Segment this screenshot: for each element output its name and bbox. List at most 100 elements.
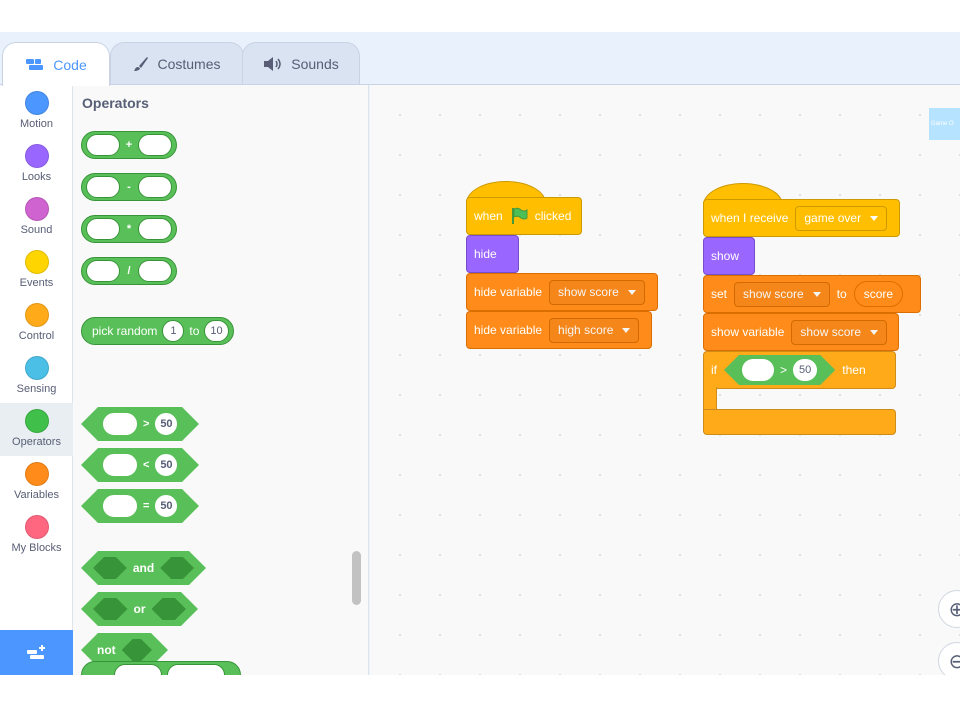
if-condition-slot-a[interactable]	[742, 359, 774, 381]
block-hide-variable-1-label: hide variable	[474, 285, 543, 299]
score-reporter[interactable]: score	[853, 281, 904, 307]
category-operators[interactable]: Operators	[0, 403, 73, 456]
dropdown-caret-icon	[870, 329, 879, 335]
if-condition-value[interactable]: 50	[793, 359, 817, 381]
block-subtract-slot-a[interactable]	[86, 176, 120, 198]
set-variable-dropdown-value: show score	[743, 287, 804, 301]
variable-dropdown-high-score[interactable]: high score	[549, 317, 640, 343]
dropdown-caret-icon	[870, 215, 879, 221]
block-greater-than[interactable]: > 50	[81, 407, 199, 441]
dropdown-caret-icon	[812, 291, 821, 297]
block-equals[interactable]: = 50	[81, 489, 199, 523]
block-equals-op: =	[143, 500, 150, 512]
block-set-variable[interactable]: set show score to score	[703, 275, 921, 313]
category-events[interactable]: Events	[0, 244, 73, 297]
block-add[interactable]: +	[81, 131, 177, 159]
block-join-slot-b[interactable]	[167, 664, 225, 675]
category-sensing[interactable]: Sensing	[0, 350, 73, 403]
block-less-than[interactable]: < 50	[81, 448, 199, 482]
block-add-op: +	[125, 139, 133, 151]
if-condition-op: >	[780, 363, 788, 377]
block-divide[interactable]: /	[81, 257, 177, 285]
tab-sounds-label: Sounds	[291, 56, 339, 72]
add-extension-icon	[26, 644, 45, 659]
if-block-foot	[703, 409, 896, 435]
scratch-editor: Code Costumes Sounds Motion Looks Sound	[0, 32, 960, 675]
block-multiply-slot-a[interactable]	[86, 218, 120, 240]
block-or-slot-b[interactable]	[152, 598, 187, 620]
block-and-slot-a[interactable]	[93, 557, 127, 579]
block-not-slot[interactable]	[122, 639, 152, 661]
block-show[interactable]: show	[703, 237, 755, 275]
block-or-slot-a[interactable]	[93, 598, 128, 620]
block-multiply-slot-b[interactable]	[138, 218, 172, 240]
tab-code[interactable]: Code	[2, 42, 110, 86]
block-or[interactable]: or	[81, 592, 198, 626]
block-greater-than-op: >	[143, 418, 150, 430]
flyout-scrollbar[interactable]	[352, 551, 361, 605]
block-join-slot-a[interactable]	[114, 664, 162, 675]
block-when-flag-clicked[interactable]: when clicked	[466, 197, 582, 235]
block-show-variable[interactable]: show variable show score	[703, 313, 899, 351]
block-and[interactable]: and	[81, 551, 206, 585]
block-subtract-slot-b[interactable]	[138, 176, 172, 198]
variable-dropdown-show-score[interactable]: show score	[549, 279, 645, 305]
add-extension-button[interactable]	[0, 630, 73, 675]
block-add-slot-b[interactable]	[138, 134, 172, 156]
category-sound[interactable]: Sound	[0, 191, 73, 244]
if-block-arm	[703, 387, 717, 411]
block-divide-slot-b[interactable]	[138, 260, 172, 282]
block-equals-value[interactable]: 50	[155, 495, 177, 517]
block-add-slot-a[interactable]	[86, 134, 120, 156]
stage-preview-text: Game O	[931, 121, 954, 127]
block-pick-random[interactable]: pick random 1 to 10	[81, 317, 234, 345]
block-hide-variable-2[interactable]: hide variable high score	[466, 311, 652, 349]
tab-costumes[interactable]: Costumes	[110, 42, 244, 85]
zoom-in-icon: ⊕	[948, 598, 960, 621]
brush-icon	[134, 57, 149, 71]
category-looks[interactable]: Looks	[0, 138, 73, 191]
category-events-label: Events	[19, 277, 54, 289]
block-and-slot-b[interactable]	[160, 557, 194, 579]
category-menu: Motion Looks Sound Events Control Sensin…	[0, 85, 73, 630]
block-hide[interactable]: hide	[466, 235, 519, 273]
block-pick-random-to-label: to	[189, 324, 200, 338]
blocks-flyout: Operators + - * / pick random 1 to 10 > …	[73, 85, 369, 675]
message-dropdown[interactable]: game over	[795, 205, 888, 231]
block-greater-than-value[interactable]: 50	[155, 413, 177, 435]
block-less-than-value[interactable]: 50	[155, 454, 177, 476]
block-greater-than-slot-a[interactable]	[103, 413, 137, 435]
block-pick-random-to[interactable]: 10	[204, 320, 229, 342]
block-multiply[interactable]: *	[81, 215, 177, 243]
block-less-than-slot-a[interactable]	[103, 454, 137, 476]
green-flag-icon	[511, 207, 528, 224]
category-looks-dot	[24, 144, 49, 168]
block-then-label: then	[842, 363, 866, 377]
category-variables[interactable]: Variables	[0, 456, 73, 509]
block-hide-variable-1[interactable]: hide variable show score	[466, 273, 658, 311]
zoom-in-button[interactable]: ⊕	[938, 590, 960, 628]
block-join-partial[interactable]	[81, 661, 241, 675]
block-equals-slot-a[interactable]	[103, 495, 137, 517]
category-operators-dot	[24, 409, 49, 433]
set-variable-dropdown[interactable]: show score	[734, 281, 830, 307]
show-variable-dropdown[interactable]: show score	[791, 319, 888, 345]
category-motion[interactable]: Motion	[0, 85, 73, 138]
category-looks-label: Looks	[21, 171, 52, 183]
block-set-label: set	[711, 287, 728, 301]
category-my-blocks[interactable]: My Blocks	[0, 509, 73, 562]
block-if-label: if	[711, 363, 717, 377]
zoom-out-button[interactable]: ⊖	[938, 642, 960, 675]
block-divide-slot-a[interactable]	[86, 260, 120, 282]
if-condition-greater-than[interactable]: > 50	[724, 355, 835, 385]
stage-preview-edge[interactable]: Game O	[929, 108, 960, 140]
script-workspace[interactable]: when clicked hide hide variable show sco…	[370, 85, 960, 675]
block-pick-random-from[interactable]: 1	[162, 320, 185, 342]
tab-sounds[interactable]: Sounds	[242, 42, 360, 85]
block-when-i-receive[interactable]: when I receive game over	[703, 199, 900, 237]
block-if-then[interactable]: if > 50 then	[703, 351, 896, 389]
category-sensing-dot	[24, 356, 49, 380]
category-control[interactable]: Control	[0, 297, 73, 350]
block-subtract[interactable]: -	[81, 173, 177, 201]
block-less-than-op: <	[143, 459, 150, 471]
